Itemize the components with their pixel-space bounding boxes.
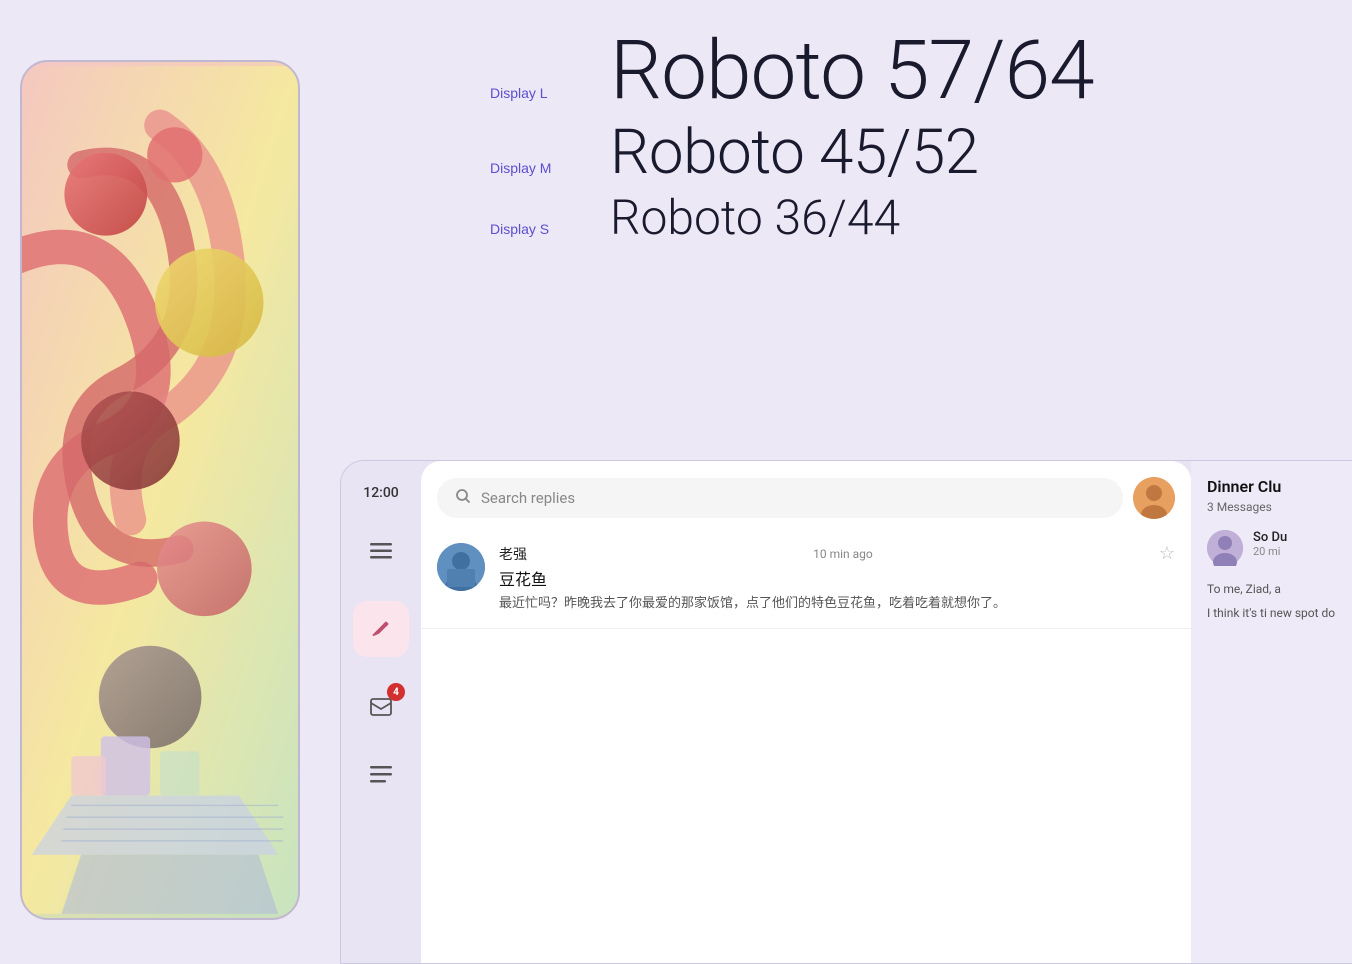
search-input-container[interactable]: Search replies — [437, 478, 1123, 518]
left-panel — [0, 0, 330, 964]
right-panel: Display L Roboto 57/64 Display M Roboto … — [330, 0, 1352, 964]
right-thread-panel: Dinner Clu 3 Messages So Du 20 mi To me,… — [1191, 461, 1352, 963]
search-placeholder-text: Search replies — [481, 489, 575, 507]
phone-art — [22, 62, 298, 918]
right-sender-avatar — [1207, 530, 1243, 566]
thread-title: Dinner Clu — [1207, 477, 1352, 496]
type-row-display-s: Display S Roboto 36/44 — [490, 194, 1352, 242]
compose-button[interactable] — [353, 601, 409, 657]
display-m-text: Roboto 45/52 — [610, 122, 979, 184]
ui-main: Search replies — [421, 461, 1191, 963]
email-preview: 最近忙吗？昨晚我去了你最爱的那家饭馆，点了他们的特色豆花鱼，吃着吃着就想你了。 — [499, 594, 1175, 614]
inbox-icon[interactable]: 4 — [363, 689, 399, 725]
hamburger-menu-icon[interactable] — [363, 533, 399, 569]
display-s-label: Display S — [490, 221, 610, 237]
display-m-label: Display M — [490, 160, 610, 176]
right-email-preview-2: I think it's ti new spot do — [1207, 604, 1352, 622]
email-subject: 豆花鱼 — [499, 566, 1175, 590]
search-bar: Search replies — [421, 461, 1191, 529]
email-list-item[interactable]: 老强 10 min ago ☆ 豆花鱼 最近忙吗？昨晚我去了你最爱的那家饭馆，点… — [421, 529, 1191, 629]
sender-name: 老强 — [499, 544, 527, 564]
right-email-content: So Du 20 mi — [1253, 530, 1287, 566]
right-sender-time: 20 mi — [1253, 545, 1287, 558]
right-email-item[interactable]: So Du 20 mi — [1207, 530, 1352, 566]
list-icon[interactable] — [363, 757, 399, 793]
search-icon — [455, 488, 471, 508]
type-row-display-l: Display L Roboto 57/64 — [490, 30, 1352, 112]
type-row-display-m: Display M Roboto 45/52 — [490, 122, 1352, 184]
display-s-text: Roboto 36/44 — [610, 194, 900, 242]
email-content: 老强 10 min ago ☆ 豆花鱼 最近忙吗？昨晚我去了你最爱的那家饭馆，点… — [499, 543, 1175, 614]
user-avatar[interactable] — [1133, 477, 1175, 519]
sender-avatar — [437, 543, 485, 591]
ui-card: 12:00 4 — [340, 460, 1352, 964]
sender-time: 10 min ago — [813, 547, 873, 561]
star-button[interactable]: ☆ — [1159, 543, 1175, 564]
phone-mockup — [20, 60, 300, 920]
right-sender-name: So Du — [1253, 530, 1287, 545]
sender-row: 老强 10 min ago ☆ — [499, 543, 1175, 564]
display-l-label: Display L — [490, 85, 610, 101]
display-l-text: Roboto 57/64 — [610, 30, 1094, 112]
ui-time: 12:00 — [363, 477, 399, 501]
thread-messages-count: 3 Messages — [1207, 500, 1352, 514]
inbox-badge: 4 — [387, 683, 405, 701]
ui-sidebar: 12:00 4 — [341, 461, 421, 963]
right-email-preview-1: To me, Ziad, a — [1207, 580, 1352, 598]
type-scale: Display L Roboto 57/64 Display M Roboto … — [490, 30, 1352, 252]
